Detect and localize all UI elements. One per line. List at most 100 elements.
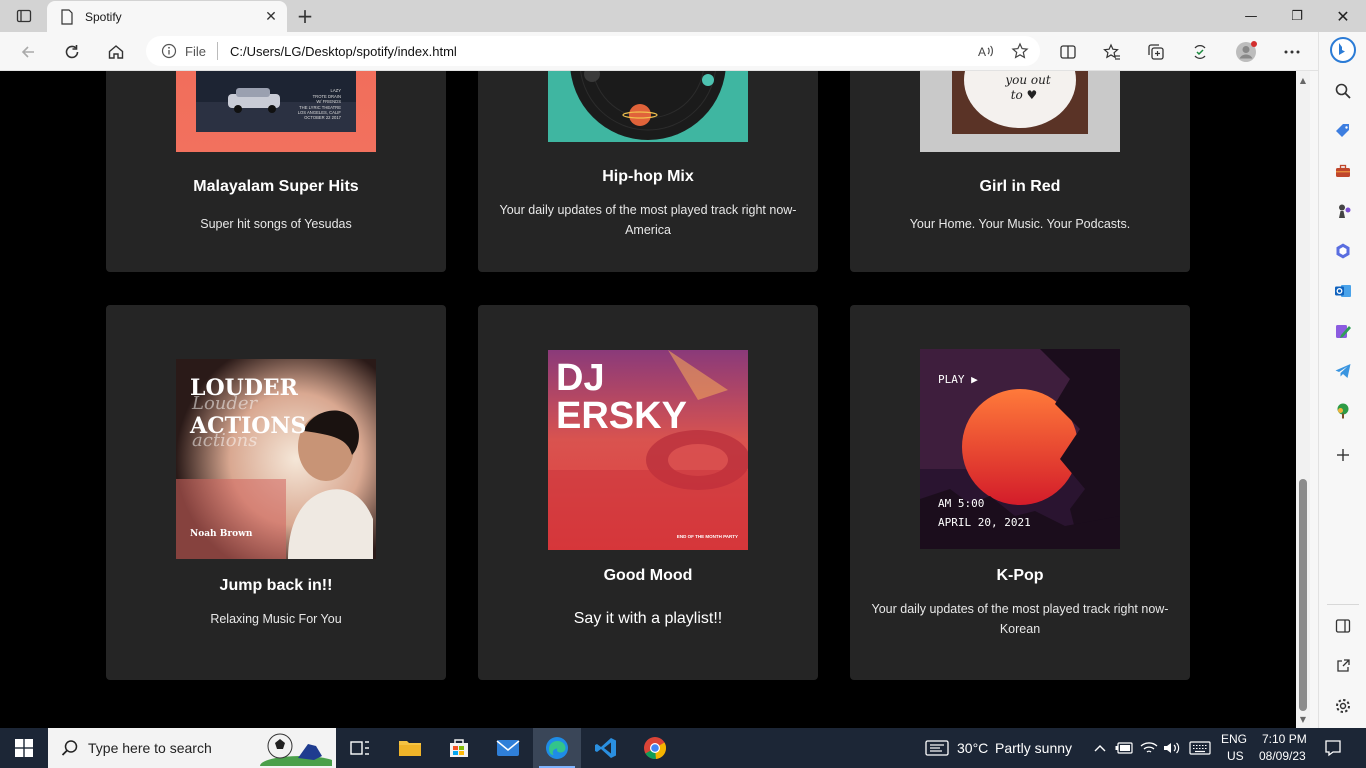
vscode-icon[interactable] (582, 728, 630, 768)
playlist-title[interactable]: Good Mood (478, 567, 818, 585)
url-text[interactable]: C:/Users/LG/Desktop/spotify/index.html (230, 44, 972, 59)
playlist-description: Super hit songs of Yesudas (200, 217, 352, 231)
document-icon (59, 8, 75, 25)
close-window-button[interactable]: ✕ (1320, 0, 1366, 32)
hide-sidebar-icon[interactable] (1329, 612, 1357, 640)
page-scrollbar[interactable]: ▲ ▼ (1296, 71, 1310, 728)
scroll-down-arrow-icon[interactable]: ▼ (1296, 712, 1310, 726)
browser-tab[interactable]: Spotify ✕ (47, 1, 287, 32)
input-region[interactable]: US (1227, 749, 1244, 763)
playlist-description: Say it with a playlist!! (573, 610, 723, 627)
info-icon[interactable] (161, 43, 177, 59)
bing-copilot-icon[interactable] (1329, 36, 1357, 64)
performance-icon[interactable] (1186, 38, 1214, 66)
read-aloud-icon[interactable]: A (972, 37, 1000, 65)
maximize-button[interactable]: ❐ (1274, 0, 1320, 32)
poster-caption: END OF THE MONTH PARTY (677, 534, 738, 539)
playlist-card[interactable]: LAZY TROTE DRAIN W/ FRIENDS THE LYRIC TH… (106, 71, 446, 272)
favorites-icon[interactable] (1098, 38, 1126, 66)
playlist-card[interactable]: you out to ♥ Girl in Red Your Home. Your… (850, 71, 1190, 272)
note-text: you out (1004, 73, 1051, 87)
windows-start-icon[interactable] (0, 728, 48, 768)
playlist-card[interactable]: LOUDER Louder ACTIONS actions Noah Brown… (106, 305, 446, 680)
open-external-icon[interactable] (1329, 652, 1357, 680)
album-art-louder-actions: LOUDER Louder ACTIONS actions Noah Brown (176, 359, 376, 559)
album-text: actions (192, 430, 257, 451)
tab-actions-icon[interactable] (10, 6, 38, 26)
drop-notes-icon[interactable] (1329, 317, 1357, 345)
customize-gear-icon[interactable] (1329, 692, 1357, 720)
refresh-icon[interactable] (58, 38, 86, 66)
playlist-description: Your daily updates of the most played tr… (499, 203, 797, 237)
scroll-up-arrow-icon[interactable]: ▲ (1296, 73, 1310, 87)
playlist-title[interactable]: Jump back in!! (106, 577, 446, 595)
mail-icon[interactable] (484, 728, 532, 768)
games-icon[interactable] (1329, 197, 1357, 225)
edge-sidebar (1318, 32, 1366, 728)
close-tab-icon[interactable]: ✕ (259, 5, 283, 29)
file-explorer-icon[interactable] (386, 728, 434, 768)
browser-toolbar: File C:/Users/LG/Desktop/spotify/index.h… (0, 32, 1318, 71)
edge-browser-icon[interactable] (533, 728, 581, 768)
playlist-card[interactable]: DJ ERSKY END OF THE MONTH PARTY Good Moo… (478, 305, 818, 680)
scroll-thumb[interactable] (1299, 479, 1307, 711)
playlist-title[interactable]: Girl in Red (850, 178, 1190, 196)
search-icon[interactable] (1329, 77, 1357, 105)
sidebar-divider (1327, 604, 1359, 605)
tree-icon[interactable] (1329, 397, 1357, 425)
playlist-card[interactable]: Hip-hop Mix Your daily updates of the mo… (478, 71, 818, 272)
poster-text: OCTOBER 22 2017 (304, 115, 342, 120)
taskbar-search-box[interactable]: Type here to search (48, 728, 336, 768)
input-language[interactable]: ENG (1221, 732, 1247, 746)
album-art-dj-ersky: DJ ERSKY END OF THE MONTH PARTY (548, 350, 748, 550)
album-art-vinyl (548, 71, 748, 142)
show-hidden-icons-chevron-icon[interactable] (1090, 738, 1110, 758)
poster-text: W/ FRIENDS (316, 99, 341, 104)
favorite-star-icon[interactable] (1006, 37, 1034, 65)
profile-avatar[interactable] (1232, 38, 1260, 66)
chrome-icon[interactable] (631, 728, 679, 768)
wifi-icon[interactable] (1139, 738, 1159, 758)
back-icon[interactable] (14, 38, 42, 66)
task-view-icon[interactable] (336, 728, 384, 768)
home-icon[interactable] (102, 38, 130, 66)
new-tab-button[interactable]: + (292, 4, 318, 28)
vhs-date-text: APRIL 20, 2021 (938, 516, 1031, 529)
playlist-title[interactable]: Malayalam Super Hits (106, 178, 446, 196)
send-telegram-icon[interactable] (1329, 357, 1357, 385)
notification-center-icon[interactable] (1323, 738, 1343, 758)
weather-condition[interactable]: Partly sunny (995, 740, 1072, 756)
clock-date[interactable]: 08/09/23 (1259, 749, 1306, 763)
add-sidebar-app-icon[interactable] (1329, 441, 1357, 469)
microsoft-store-icon[interactable] (435, 728, 483, 768)
svg-text:A: A (978, 45, 986, 59)
poster-text: DJ (556, 357, 605, 399)
search-highlight-football-icon (256, 728, 336, 768)
search-placeholder[interactable]: Type here to search (88, 740, 256, 756)
vhs-time-text: AM 5:00 (938, 497, 984, 510)
clock-time[interactable]: 7:10 PM (1262, 732, 1307, 746)
outlook-icon[interactable] (1329, 277, 1357, 305)
tab-title: Spotify (85, 9, 122, 24)
file-scheme-label: File (185, 43, 206, 59)
poster-text: ERSKY (556, 395, 687, 437)
tools-briefcase-icon[interactable] (1329, 157, 1357, 185)
playlist-title[interactable]: K-Pop (850, 567, 1190, 585)
volume-icon[interactable] (1162, 738, 1182, 758)
touch-keyboard-icon[interactable] (1188, 738, 1212, 758)
split-screen-icon[interactable] (1054, 38, 1082, 66)
album-art-heart-note: you out to ♥ (920, 71, 1120, 152)
microsoft-365-icon[interactable] (1329, 237, 1357, 265)
shopping-tag-icon[interactable] (1329, 117, 1357, 145)
battery-icon[interactable] (1114, 738, 1134, 758)
playlist-card[interactable]: PLAY ▶ AM 5:00 APRIL 20, 2021 K-Pop Your… (850, 305, 1190, 680)
minimize-button[interactable]: — (1228, 0, 1274, 32)
weather-icon[interactable] (925, 738, 949, 758)
address-bar[interactable]: File C:/Users/LG/Desktop/spotify/index.h… (146, 36, 1040, 66)
collections-icon[interactable] (1142, 38, 1170, 66)
settings-more-icon[interactable] (1278, 38, 1306, 66)
note-text: to ♥ (1011, 88, 1038, 102)
playlist-title[interactable]: Hip-hop Mix (478, 168, 818, 186)
weather-temperature[interactable]: 30°C (957, 740, 988, 756)
album-art-vhs-sunset: PLAY ▶ AM 5:00 APRIL 20, 2021 (920, 349, 1120, 549)
